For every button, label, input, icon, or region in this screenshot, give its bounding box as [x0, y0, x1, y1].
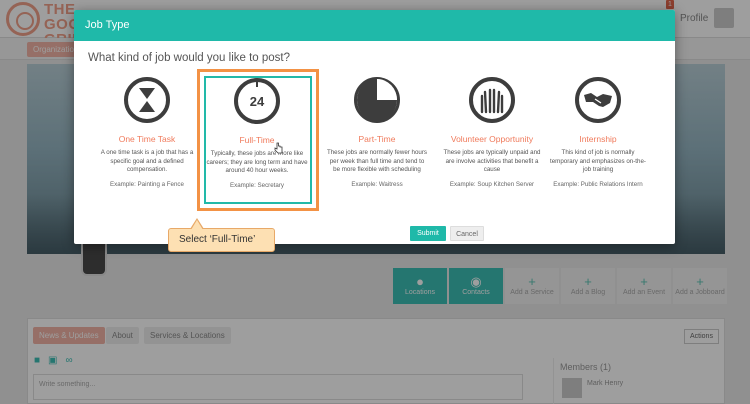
job-question: What kind of job would you like to post? [88, 52, 291, 64]
selected-option-border [204, 76, 312, 204]
job-example: Example: Soup Kitchen Server [449, 180, 535, 188]
job-description: These jobs are typically unpaid and are … [443, 149, 541, 174]
callout-pointer-fill [191, 220, 203, 230]
handshake-icon[interactable] [575, 77, 621, 123]
hand-cursor-icon [274, 142, 283, 154]
submit-button[interactable]: Submit [410, 226, 446, 241]
job-description: These jobs are normally fewer hours per … [326, 149, 428, 174]
job-title[interactable]: Internship [543, 134, 653, 144]
pie-clock-icon[interactable] [354, 77, 400, 123]
raised-hands-glyph [480, 88, 504, 114]
job-option-volunteer[interactable]: Volunteer Opportunity These jobs are typ… [437, 77, 547, 188]
job-title[interactable]: Part-Time [322, 134, 432, 144]
job-title[interactable]: One Time Task [92, 134, 202, 144]
job-example: Example: Public Relations Intern [553, 180, 643, 188]
job-example: Example: Painting a Fence [110, 180, 184, 188]
job-description: A one time task is a job that has a spec… [100, 149, 194, 174]
handshake-glyph [584, 93, 612, 107]
job-description: This kind of job is normally temporary a… [550, 149, 646, 174]
raised-hands-icon[interactable] [469, 77, 515, 123]
job-option-internship[interactable]: Internship This kind of job is normally … [543, 77, 653, 188]
job-example: Example: Waitress [351, 180, 403, 188]
job-title[interactable]: Volunteer Opportunity [437, 134, 547, 144]
job-option-one-time-task[interactable]: One Time Task A one time task is a job t… [92, 77, 202, 188]
callout-text: Select ‘Full-Time’ [179, 234, 256, 245]
job-type-modal: Job Type What kind of job would you like… [74, 10, 675, 244]
cancel-button[interactable]: Cancel [450, 226, 484, 241]
modal-title: Job Type [74, 10, 675, 41]
instruction-callout: Select ‘Full-Time’ [168, 228, 275, 252]
job-option-part-time[interactable]: Part-Time These jobs are normally fewer … [322, 77, 432, 188]
hourglass-icon[interactable] [124, 77, 170, 123]
